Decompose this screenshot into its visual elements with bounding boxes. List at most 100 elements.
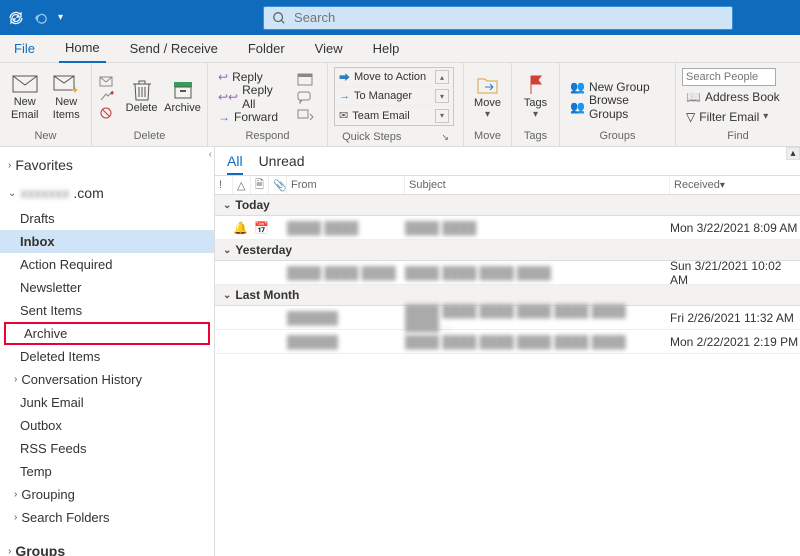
col-reminder[interactable]: △ bbox=[233, 176, 251, 194]
received-date: Mon 2/22/2021 2:19 PM bbox=[670, 335, 800, 349]
delete-button[interactable]: Delete bbox=[123, 68, 160, 126]
filter-unread[interactable]: Unread bbox=[259, 153, 305, 175]
reply-all-label: Reply All bbox=[242, 83, 288, 111]
tab-folder[interactable]: Folder bbox=[242, 39, 291, 62]
forward-button[interactable]: → Forward bbox=[214, 108, 292, 126]
folder-junk-email[interactable]: Junk Email bbox=[0, 391, 214, 414]
folder-newsletter[interactable]: Newsletter bbox=[0, 276, 214, 299]
tags-label: Tags bbox=[524, 97, 547, 109]
qs-move-to-action[interactable]: ⮕Move to Action▴ bbox=[335, 68, 453, 87]
sync-icon[interactable] bbox=[8, 10, 24, 26]
folder-move-icon bbox=[474, 73, 502, 97]
address-book-button[interactable]: 📖Address Book bbox=[682, 88, 784, 106]
tab-help[interactable]: Help bbox=[367, 39, 406, 62]
chevron-right-icon: › bbox=[14, 374, 17, 385]
col-from[interactable]: From bbox=[287, 176, 405, 194]
filter-tabs: All Unread bbox=[215, 147, 800, 175]
message-row[interactable]: ██████ ████ ████ ████ ████ ████ ████ ███… bbox=[215, 306, 800, 330]
new-items-button[interactable]: New Items bbox=[48, 68, 86, 126]
folder-sent-items[interactable]: Sent Items bbox=[0, 299, 214, 322]
groups-header[interactable]: ›Groups bbox=[0, 537, 214, 556]
reply-all-icon: ↩↩ bbox=[218, 90, 238, 104]
grouping-label: Grouping bbox=[21, 487, 74, 502]
folder-action-required[interactable]: Action Required bbox=[0, 253, 214, 276]
tab-file[interactable]: File bbox=[8, 39, 41, 62]
favorites-label: Favorites bbox=[15, 157, 73, 173]
scroll-up-icon[interactable]: ▴ bbox=[786, 147, 800, 160]
chevron-down-icon: ▾ bbox=[485, 109, 490, 120]
message-row[interactable]: ████ ████ ████ ████ ████ ████ ████ Sun 3… bbox=[215, 261, 800, 285]
folder-drafts[interactable]: Drafts bbox=[0, 207, 214, 230]
message-row[interactable]: 🔔 📅 ████ ████ ████ ████ Mon 3/22/2021 8:… bbox=[215, 216, 800, 240]
dialog-launcher-icon[interactable]: ↘ bbox=[441, 132, 449, 143]
meeting-icon[interactable] bbox=[296, 71, 320, 87]
folder-inbox[interactable]: Inbox bbox=[0, 230, 214, 253]
reply-label: Reply bbox=[232, 70, 263, 84]
col-subject[interactable]: Subject bbox=[405, 176, 670, 194]
tab-view[interactable]: View bbox=[309, 39, 349, 62]
ribbon-tabs: File Home Send / Receive Folder View Hel… bbox=[0, 35, 800, 63]
folder-temp[interactable]: Temp bbox=[0, 460, 214, 483]
tab-send-receive[interactable]: Send / Receive bbox=[124, 39, 224, 62]
new-email-button[interactable]: New Email bbox=[6, 68, 44, 126]
search-box[interactable] bbox=[263, 6, 733, 30]
qs-scroll-up[interactable]: ▴ bbox=[435, 70, 449, 84]
tags-button[interactable]: Tags ▾ bbox=[518, 68, 553, 126]
chevron-right-icon: › bbox=[8, 546, 11, 556]
group-tags-label: Tags bbox=[512, 130, 559, 146]
forward-icon: → bbox=[218, 110, 230, 124]
junk-icon[interactable] bbox=[98, 106, 119, 120]
group-delete: Delete Archive Delete bbox=[92, 63, 208, 146]
group-groups-label: Groups bbox=[560, 130, 675, 146]
chevron-down-icon: ⌄ bbox=[223, 200, 231, 211]
folder-outbox[interactable]: Outbox bbox=[0, 414, 214, 437]
col-attachment[interactable]: 📎 bbox=[269, 176, 287, 194]
filter-email-label: Filter Email bbox=[699, 110, 759, 124]
customize-qat-icon[interactable]: ▾ bbox=[58, 12, 63, 23]
folder-pane: ‹ ›Favorites ⌄xxxxxxx.com Drafts Inbox A… bbox=[0, 147, 215, 556]
group-today-label: Today bbox=[235, 198, 269, 212]
folder-search-folders[interactable]: ›Search Folders bbox=[0, 506, 214, 529]
qs-to-manager[interactable]: →To Manager▾ bbox=[335, 87, 453, 106]
group-today[interactable]: ⌄ Today bbox=[215, 195, 800, 216]
chevron-right-icon: › bbox=[14, 489, 17, 500]
search-input[interactable] bbox=[294, 10, 724, 25]
chevron-down-icon: ⌄ bbox=[223, 290, 231, 301]
search-people-input[interactable] bbox=[682, 68, 776, 86]
col-importance[interactable]: ! bbox=[215, 176, 233, 194]
subject-blurred: ████ ████ ████ ████ ████ ████ bbox=[405, 335, 670, 349]
cleanup-icon[interactable] bbox=[98, 90, 119, 104]
more-respond-icon[interactable] bbox=[296, 107, 320, 123]
group-new: New Email New Items New bbox=[0, 63, 92, 146]
filter-all[interactable]: All bbox=[227, 153, 243, 175]
qs-more[interactable]: ▾ bbox=[435, 109, 449, 123]
account-header[interactable]: ⌄xxxxxxx.com bbox=[0, 179, 214, 207]
move-folder-icon: ⮕ bbox=[339, 69, 350, 85]
reply-all-button[interactable]: ↩↩Reply All bbox=[214, 88, 292, 106]
collapse-icon[interactable]: ‹ bbox=[209, 149, 212, 160]
folder-archive[interactable]: Archive bbox=[4, 322, 210, 345]
folder-rss-feeds[interactable]: RSS Feeds bbox=[0, 437, 214, 460]
forward-label: Forward bbox=[234, 110, 278, 124]
tab-home[interactable]: Home bbox=[59, 38, 106, 63]
qs-scroll-down[interactable]: ▾ bbox=[435, 89, 449, 103]
message-row[interactable]: ██████ ████ ████ ████ ████ ████ ████ Mon… bbox=[215, 330, 800, 354]
im-icon[interactable] bbox=[296, 89, 320, 105]
favorites-header[interactable]: ›Favorites bbox=[0, 151, 214, 179]
browse-groups-button[interactable]: 👥Browse Groups bbox=[566, 98, 669, 116]
col-icon[interactable]: 🗎 bbox=[251, 176, 269, 194]
reply-icon: ↩ bbox=[218, 70, 228, 84]
archive-button[interactable]: Archive bbox=[164, 68, 201, 126]
people-plus-icon: 👥 bbox=[570, 80, 585, 94]
folder-deleted-items[interactable]: Deleted Items bbox=[0, 345, 214, 368]
quick-steps-gallery[interactable]: ⮕Move to Action▴ →To Manager▾ ✉Team Emai… bbox=[334, 67, 454, 126]
ignore-icon[interactable] bbox=[98, 74, 119, 88]
move-button[interactable]: Move ▾ bbox=[470, 68, 505, 126]
qs-team-email[interactable]: ✉Team Email▾ bbox=[335, 106, 453, 125]
folder-conversation-history[interactable]: ›Conversation History bbox=[0, 368, 214, 391]
undo-icon[interactable] bbox=[34, 11, 48, 25]
folder-grouping[interactable]: › Grouping bbox=[0, 483, 214, 506]
received-date: Fri 2/26/2021 11:32 AM bbox=[670, 311, 800, 325]
filter-email-button[interactable]: ▽Filter Email▾ bbox=[682, 108, 784, 126]
col-received[interactable]: Received▾ bbox=[670, 176, 800, 194]
